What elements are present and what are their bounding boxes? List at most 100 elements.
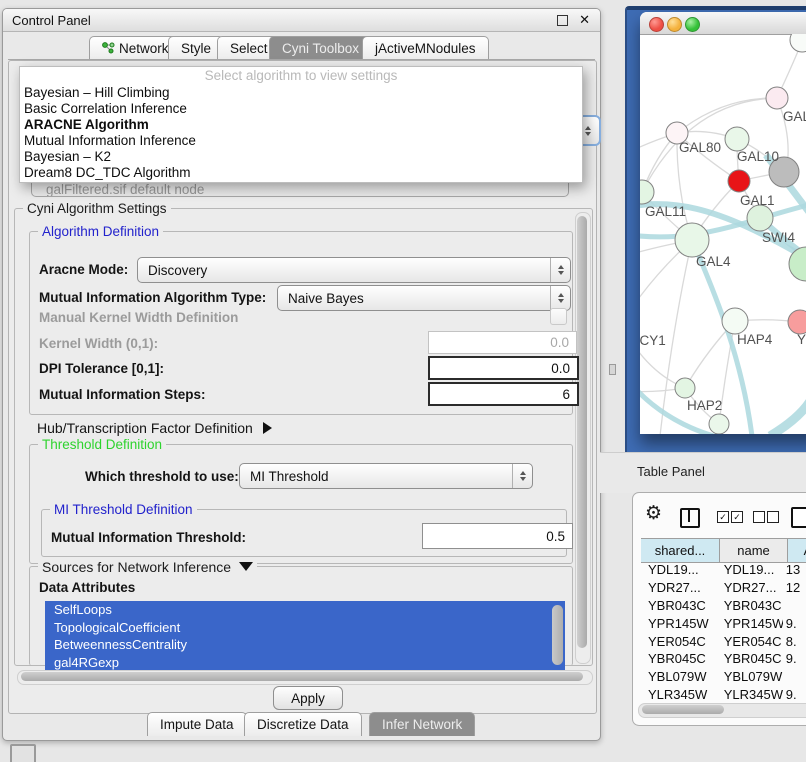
network-node-label: GAL80 [679,140,721,155]
aracne-mode-label: Aracne Mode: [39,262,128,277]
network-node-label: Y [797,332,806,347]
data-attributes-list[interactable]: SelfLoopsTopologicalCoefficientBetweenne… [45,601,565,671]
tab-jactivemnodules[interactable]: jActiveMNodules [362,36,489,60]
minimized-panel-icon[interactable] [10,744,36,762]
network-node-label: GAL4 [696,254,731,269]
sources-title-label: Sources for Network Inference [42,559,231,575]
apply-button[interactable]: Apply [273,686,343,710]
float-window-icon[interactable] [557,15,568,26]
network-node-label: SWI4 [762,230,795,245]
gear-icon[interactable]: ⚙ [645,502,662,525]
close-traffic-light-icon[interactable] [649,17,664,32]
algorithm-option[interactable]: Bayesian – K2 [20,149,582,165]
algorithm-option[interactable]: Mutual Information Inference [20,133,582,149]
table-row[interactable]: YBL079WYBL079W [641,668,806,686]
settings-vertical-scrollbar[interactable] [575,212,591,664]
attributes-list-scrollbar-thumb[interactable] [552,605,563,665]
settings-horizontal-scrollbar[interactable] [17,670,593,685]
kernel-width-input[interactable]: 0.0 [428,331,577,354]
network-node-HAP4[interactable] [722,308,748,334]
table-row[interactable]: YDL19...YDL19...13 [641,561,806,579]
sources-group-title[interactable]: Sources for Network Inference [38,559,257,575]
table-row[interactable]: YER054CYER054C8. [641,632,806,650]
deselect-all-icon2[interactable] [767,511,779,523]
network-view-window: GALGAL80GAL10GAL1GAL11SWI4GAL4GCY1HAP4YH… [640,12,806,434]
algorithm-definition-title: Algorithm Definition [38,224,163,239]
apply-button-label: Apply [291,691,325,706]
table-row[interactable]: YDR27...YDR27...12 [641,579,806,597]
panel-divider-handle[interactable] [609,364,616,375]
tab-cyni-toolbox[interactable]: Cyni Toolbox [269,36,372,60]
tab-style[interactable]: Style [168,36,224,60]
select-all-icon[interactable]: ✓ [717,511,729,523]
network-node-salmon[interactable] [788,310,806,334]
attribute-list-item[interactable]: gal4RGexp [45,654,565,672]
network-node-HAP2[interactable] [675,378,695,398]
settings-horizontal-scrollbar-thumb[interactable] [21,672,583,681]
network-window-titlebar[interactable] [640,12,806,35]
column-header-name[interactable]: name [720,539,788,562]
mi-steps-input[interactable]: 6 [428,382,579,406]
close-icon[interactable]: ✕ [579,12,590,28]
algorithm-option[interactable]: Bayesian – Hill Climbing [20,85,582,101]
table-row[interactable]: YLR345WYLR345W9. [641,686,806,699]
network-canvas[interactable]: GALGAL80GAL10GAL1GAL11SWI4GAL4GCY1HAP4YH… [640,34,806,434]
table-panel-titlebar[interactable]: Table Panel [600,452,806,493]
which-threshold-combo[interactable]: MI Threshold [239,463,533,489]
algorithm-option[interactable]: Basic Correlation Inference [20,101,582,117]
attribute-list-item[interactable]: TopologicalCoefficient [45,619,565,637]
algorithm-option[interactable]: Dream8 DC_TDC Algorithm [20,165,582,181]
aracne-mode-combo[interactable]: Discovery [137,257,571,283]
network-node-label: HAP2 [687,398,722,413]
minimize-traffic-light-icon[interactable] [667,17,682,32]
dpi-tolerance-value: 0.0 [551,361,570,376]
mi-algorithm-type-label: Mutual Information Algorithm Type: [39,290,266,305]
algorithm-option[interactable]: ARACNE Algorithm [20,117,582,133]
settings-vertical-scrollbar-thumb[interactable] [577,216,587,648]
mi-algorithm-type-value: Naive Bayes [278,291,550,306]
network-node-GAL4[interactable] [675,223,709,257]
network-node-GAL10[interactable] [725,127,749,151]
aracne-mode-value: Discovery [138,263,550,278]
table-cell: YER054C [717,634,783,649]
table-cell: YBL079W [717,669,783,684]
table-row[interactable]: YPR145WYPR145W9. [641,614,806,632]
select-all-icon2[interactable]: ✓ [731,511,743,523]
mi-algorithm-type-combo[interactable]: Naive Bayes [277,285,571,311]
network-node-gal-pink[interactable] [766,87,788,109]
network-node-GAL11[interactable] [640,180,654,204]
network-node-node-bot[interactable] [709,414,729,434]
network-node-GAL1[interactable] [728,170,750,192]
deselect-all-icon[interactable] [753,511,765,523]
tab-impute-data[interactable]: Impute Data [147,712,247,736]
dpi-tolerance-input[interactable]: 0.0 [428,356,579,380]
table-row[interactable]: YBR045CYBR045C9. [641,650,806,668]
tab-infer-network[interactable]: Infer Network [369,712,475,736]
attribute-list-item[interactable]: BetweennessCentrality [45,636,565,654]
split-columns-icon[interactable] [680,508,700,528]
mi-steps-label: Mutual Information Steps: [39,387,206,402]
mi-threshold-label: Mutual Information Threshold: [51,530,246,545]
network-node-SWI4[interactable] [747,205,773,231]
network-node-node-top[interactable] [790,34,806,52]
column-header-shared-name[interactable]: shared... [641,539,720,562]
tab-style-label: Style [181,41,211,56]
table-cell: 9. [783,651,806,666]
zoom-traffic-light-icon[interactable] [685,17,700,32]
network-node-label: GAL10 [737,149,779,164]
manual-kernel-width-checkbox[interactable] [550,308,567,325]
control-panel-titlebar[interactable]: Control Panel ✕ [3,9,600,32]
table-cell: YDL19... [641,562,717,577]
expand-right-icon [263,422,272,434]
table-horizontal-scrollbar-thumb[interactable] [642,705,724,714]
algorithm-dropdown-prompt: Select algorithm to view settings [20,67,582,85]
mi-threshold-input[interactable]: 0.5 [422,523,573,549]
attribute-list-item[interactable]: SelfLoops [45,601,565,619]
column-header-third[interactable]: A [788,539,806,562]
new-document-icon[interactable] [791,507,806,528]
mi-steps-value: 6 [562,387,570,402]
hub-definition-toggle[interactable]: Hub/Transcription Factor Definition [37,420,272,436]
table-row[interactable]: YBR043CYBR043C [641,597,806,615]
table-horizontal-scrollbar[interactable] [638,703,806,718]
tab-discretize-data[interactable]: Discretize Data [244,712,362,736]
